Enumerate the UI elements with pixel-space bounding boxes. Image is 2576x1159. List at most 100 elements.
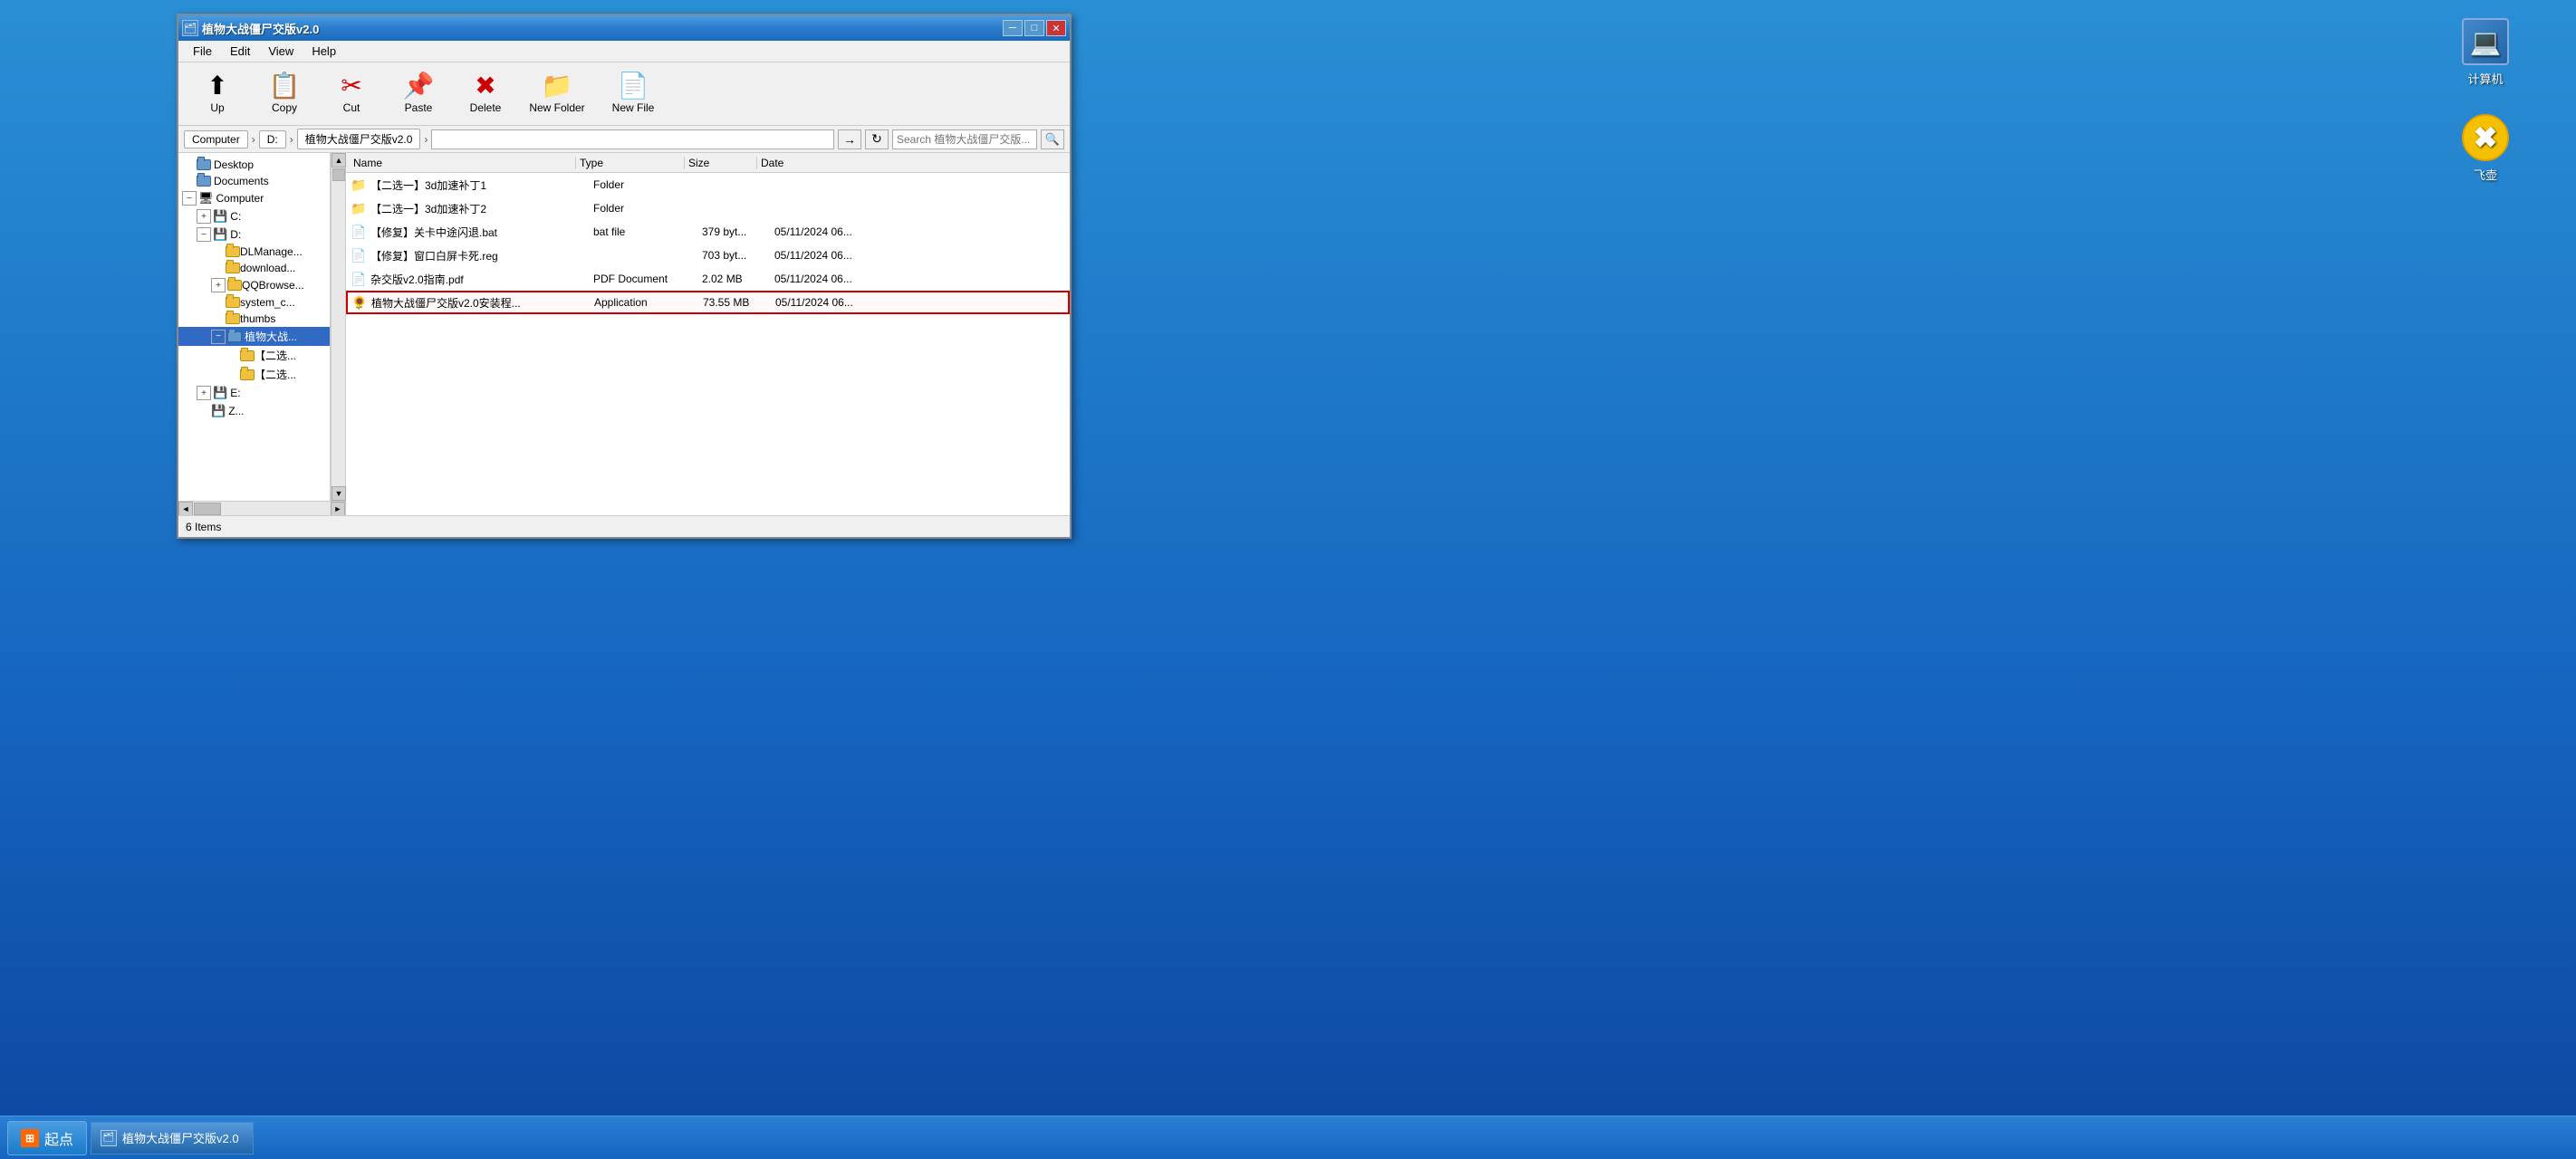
scroll-track-h: [193, 502, 331, 516]
tree-item-d[interactable]: − 💾 D:: [178, 225, 330, 244]
feihu-icon: ✖: [2462, 114, 2509, 161]
toolbar-new-folder-button[interactable]: 📁 New Folder: [521, 66, 593, 122]
copy-icon: 📋: [269, 73, 301, 99]
toolbar-paste-button[interactable]: 📌 Paste: [387, 66, 450, 122]
tree-item-e[interactable]: + 💾 E:: [178, 384, 330, 402]
taskbar-app-pvz[interactable]: 🗂 植物大战僵尸交版v2.0: [91, 1122, 254, 1154]
computer-expand[interactable]: −: [182, 191, 197, 206]
title-bar: 🗂 植物大战僵尸交版v2.0 ─ □ ✕: [178, 15, 1070, 41]
breadcrumb-d[interactable]: D:: [259, 130, 286, 148]
file-list: 📁 【二选一】3d加速补丁1 Folder 📁 【二选一】3d加速补丁2 Fol…: [346, 173, 1070, 515]
tree-item-qqbrowser[interactable]: + QQBrowse...: [178, 276, 330, 294]
file-row-f6[interactable]: 🌻 植物大战僵尸交版v2.0安装程... Application 73.55 M…: [346, 291, 1070, 314]
maximize-button[interactable]: □: [1024, 20, 1044, 36]
tree-scroll[interactable]: Desktop Documents − 🖥 Computer: [178, 153, 331, 501]
col-header-size[interactable]: Size: [685, 157, 757, 169]
tree-item-c[interactable]: + 💾 C:: [178, 207, 330, 225]
scroll-down-btn[interactable]: ▼: [332, 486, 346, 501]
status-bar: 6 Items: [178, 515, 1070, 537]
toolbar-delete-button[interactable]: ✖ Delete: [454, 66, 517, 122]
file-name-f3: 【修复】关卡中途闪退.bat: [370, 225, 593, 240]
menu-bar: File Edit View Help: [178, 41, 1070, 62]
file-row-f5[interactable]: 📄 杂交版v2.0指南.pdf PDF Document 2.02 MB 05/…: [346, 267, 1070, 291]
scroll-right-btn[interactable]: ►: [331, 502, 345, 516]
tree-scrollbar-v[interactable]: ▲ ▼: [331, 153, 345, 501]
toolbar-copy-button[interactable]: 📋 Copy: [253, 66, 316, 122]
tree-pvz-sub2-label: 【二选...: [255, 367, 296, 382]
file-type-f5: PDF Document: [593, 273, 702, 285]
search-button[interactable]: 🔍: [1041, 129, 1064, 149]
scroll-left-btn[interactable]: ◄: [178, 502, 193, 516]
file-row-f1[interactable]: 📁 【二选一】3d加速补丁1 Folder: [346, 173, 1070, 196]
computer-icon-label: 计算机: [2467, 70, 2503, 87]
delete-icon: ✖: [475, 73, 495, 99]
go-button[interactable]: →: [838, 129, 861, 149]
paste-label: Paste: [405, 101, 433, 114]
qqbrowser-folder-icon: [227, 280, 242, 291]
documents-folder-icon: [197, 176, 211, 187]
minimize-button[interactable]: ─: [1003, 20, 1023, 36]
scroll-up-btn[interactable]: ▲: [332, 153, 346, 168]
file-row-f3[interactable]: 📄 【修复】关卡中途闪退.bat bat file 379 byt... 05/…: [346, 220, 1070, 244]
tree-item-z[interactable]: 💾 Z...: [178, 402, 330, 420]
menu-help[interactable]: Help: [304, 43, 343, 60]
tree-item-desktop[interactable]: Desktop: [178, 157, 330, 173]
col-header-name[interactable]: Name: [350, 157, 576, 169]
tree-item-pvz[interactable]: − 植物大战...: [178, 327, 330, 346]
new-folder-icon: 📁: [542, 73, 573, 99]
computer-drive-icon: 🖥: [198, 191, 214, 206]
column-headers: Name Type Size Date: [346, 153, 1070, 173]
folder-icon-f1: 📁: [351, 177, 367, 193]
scroll-thumb-v[interactable]: [332, 168, 345, 181]
file-name-f2: 【二选一】3d加速补丁2: [370, 201, 593, 216]
status-text: 6 Items: [186, 521, 221, 533]
search-input[interactable]: [892, 129, 1037, 149]
address-input[interactable]: [431, 129, 834, 149]
e-expand[interactable]: +: [197, 386, 211, 400]
d-expand[interactable]: −: [197, 227, 211, 242]
close-button[interactable]: ✕: [1046, 20, 1066, 36]
desktop-icon-feihu[interactable]: ✖ 飞壶: [2449, 114, 2522, 183]
tree-qqbrowser-label: QQBrowse...: [242, 279, 304, 292]
col-header-type[interactable]: Type: [576, 157, 685, 169]
tree-item-thumbs[interactable]: thumbs: [178, 311, 330, 327]
file-type-f1: Folder: [593, 178, 702, 191]
menu-edit[interactable]: Edit: [223, 43, 257, 60]
tree-item-systemc[interactable]: system_c...: [178, 294, 330, 311]
tree-item-pvz-sub2[interactable]: 【二选...: [178, 365, 330, 384]
computer-icon: 💻: [2462, 18, 2509, 65]
new-folder-label: New Folder: [529, 101, 584, 114]
file-row-f2[interactable]: 📁 【二选一】3d加速补丁2 Folder: [346, 196, 1070, 220]
tree-item-dlmanager[interactable]: DLManage...: [178, 244, 330, 260]
scroll-thumb-h[interactable]: [194, 503, 221, 515]
breadcrumb-pvz[interactable]: 植物大战僵尸交版v2.0: [297, 129, 421, 149]
toolbar-cut-button[interactable]: ✂ Cut: [320, 66, 383, 122]
pvz-expand[interactable]: −: [211, 330, 226, 344]
tree-item-documents[interactable]: Documents: [178, 173, 330, 189]
tree-c-label: C:: [230, 210, 241, 223]
title-bar-icon: 🗂: [182, 20, 198, 36]
menu-view[interactable]: View: [261, 43, 301, 60]
c-expand[interactable]: +: [197, 209, 211, 224]
toolbar-up-button[interactable]: ⬆ Up: [186, 66, 249, 122]
feihu-icon-label: 飞壶: [2474, 166, 2497, 183]
file-size-f5: 2.02 MB: [702, 273, 774, 285]
toolbar-new-file-button[interactable]: 📄 New File: [597, 66, 669, 122]
d-drive-icon: 💾: [213, 227, 227, 242]
tree-item-computer[interactable]: − 🖥 Computer: [178, 189, 330, 207]
title-bar-buttons: ─ □ ✕: [1003, 20, 1066, 36]
desktop-icon-computer[interactable]: 💻 计算机: [2449, 18, 2522, 87]
file-date-f6: 05/11/2024 06...: [775, 296, 1064, 309]
col-header-date[interactable]: Date: [757, 157, 1066, 169]
e-drive-icon: 💾: [213, 386, 227, 400]
start-button[interactable]: ⊞ 起点: [7, 1121, 87, 1155]
tree-item-download[interactable]: download...: [178, 260, 330, 276]
qqbrowser-expand[interactable]: +: [211, 278, 226, 292]
breadcrumb-computer[interactable]: Computer: [184, 130, 248, 148]
tree-item-pvz-sub1[interactable]: 【二选...: [178, 346, 330, 365]
pvz-folder-icon: [227, 331, 242, 342]
tree-thumbs-label: thumbs: [240, 312, 275, 325]
menu-file[interactable]: File: [186, 43, 219, 60]
refresh-button[interactable]: ↻: [865, 129, 889, 149]
file-row-f4[interactable]: 📄 【修复】窗口白屏卡死.reg 703 byt... 05/11/2024 0…: [346, 244, 1070, 267]
